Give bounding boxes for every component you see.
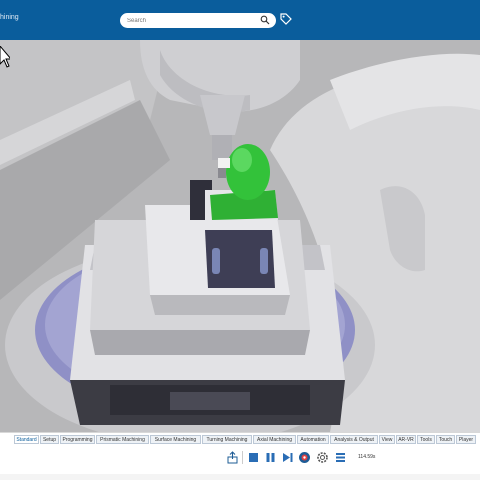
- simulation-icon[interactable]: [298, 451, 311, 464]
- tab-surface-machining[interactable]: Surface Machining: [150, 435, 201, 444]
- machine-scene: [0, 40, 480, 432]
- top-bar: hining: [0, 0, 480, 40]
- tab-standard[interactable]: Standard: [14, 435, 39, 444]
- tab-touch[interactable]: Touch: [436, 435, 455, 444]
- search-box[interactable]: [120, 13, 276, 28]
- playback-time: 114.59s: [358, 454, 376, 460]
- step-forward-icon[interactable]: [281, 451, 294, 464]
- tab-turning-machining[interactable]: Turning Machining: [202, 435, 252, 444]
- stop-icon[interactable]: [247, 451, 260, 464]
- mouse-cursor-icon: [0, 46, 10, 68]
- list-icon[interactable]: [334, 451, 347, 464]
- search-icon[interactable]: [260, 15, 270, 25]
- tab-programming[interactable]: Programming: [60, 435, 95, 444]
- search-input[interactable]: [127, 15, 257, 26]
- tab-tools[interactable]: Tools: [417, 435, 435, 444]
- status-strip: [0, 474, 480, 480]
- tab-player[interactable]: Player: [456, 435, 476, 444]
- export-icon[interactable]: [226, 451, 239, 464]
- gear-icon[interactable]: [316, 451, 329, 464]
- tab-ar-vr[interactable]: AR-VR: [396, 435, 416, 444]
- tab-setup[interactable]: Setup: [40, 435, 59, 444]
- tag-icon[interactable]: [280, 13, 292, 25]
- tab-view[interactable]: View: [379, 435, 395, 444]
- toolbar-divider: [242, 451, 243, 464]
- 3d-viewport[interactable]: [0, 40, 480, 432]
- app-title: hining: [0, 14, 19, 21]
- player-toolbar: 114.59s: [0, 444, 480, 475]
- tab-axial-machining[interactable]: Axial Machining: [253, 435, 296, 444]
- tab-prismatic-machining[interactable]: Prismatic Machining: [96, 435, 149, 444]
- pause-icon[interactable]: [264, 451, 277, 464]
- tab-analysis-output[interactable]: Analysis & Output: [330, 435, 378, 444]
- tab-automation[interactable]: Automation: [297, 435, 329, 444]
